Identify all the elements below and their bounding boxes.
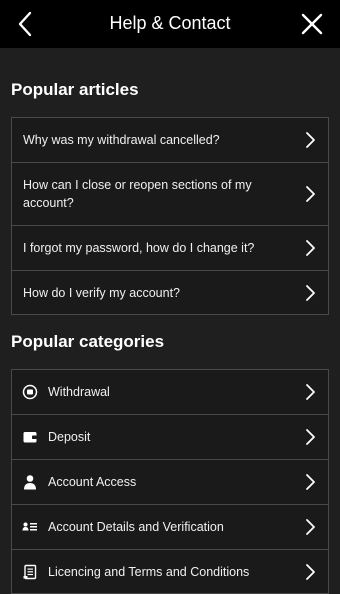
category-label: Deposit [48,430,91,444]
chevron-right-icon [306,474,315,490]
chevron-right-icon [306,240,315,256]
category-row-account-details[interactable]: Account Details and Verification [12,505,328,550]
article-label: I forgot my password, how do I change it… [23,241,255,255]
category-label: Withdrawal [48,385,110,399]
popular-categories-heading: Popular categories [11,332,165,351]
page-title: Help & Contact [109,13,231,33]
category-row-withdrawal[interactable]: Withdrawal [12,370,328,415]
document-icon [23,564,37,579]
chevron-right-icon [306,563,315,580]
withdrawal-icon [22,384,38,400]
chevron-right-icon [306,284,315,301]
header-bar: Help & Contact [0,0,340,48]
popular-articles-list: Why was my withdrawal cancelled? How can… [11,117,329,315]
article-row[interactable]: I forgot my password, how do I change it… [12,226,328,271]
category-row-licencing[interactable]: Licencing and Terms and Conditions [12,550,328,594]
article-row[interactable]: How can I close or reopen sections of my… [12,163,328,226]
account-details-icon [22,522,37,531]
category-row-account-access[interactable]: Account Access [12,460,328,505]
close-icon[interactable] [298,10,326,38]
article-label: Why was my withdrawal cancelled? [23,133,220,147]
category-label: Account Details and Verification [48,520,224,534]
chevron-right-icon [306,186,315,202]
chevron-right-icon [306,429,315,445]
category-label: Account Access [48,475,137,489]
chevron-right-icon [306,384,315,400]
article-row[interactable]: How do I verify my account? [12,271,328,315]
category-row-deposit[interactable]: Deposit [12,415,328,460]
article-label: How can I close or reopen sections of my… [23,178,252,210]
wallet-icon [23,432,37,443]
popular-categories-list: Withdrawal Deposit Account Access Accoun… [11,369,329,594]
person-icon [24,475,36,490]
article-row[interactable]: Why was my withdrawal cancelled? [12,118,328,163]
popular-articles-heading: Popular articles [11,80,139,99]
article-label: How do I verify my account? [23,285,181,300]
chevron-right-icon [306,519,315,535]
category-label: Licencing and Terms and Conditions [48,564,250,579]
chevron-right-icon [306,132,315,148]
